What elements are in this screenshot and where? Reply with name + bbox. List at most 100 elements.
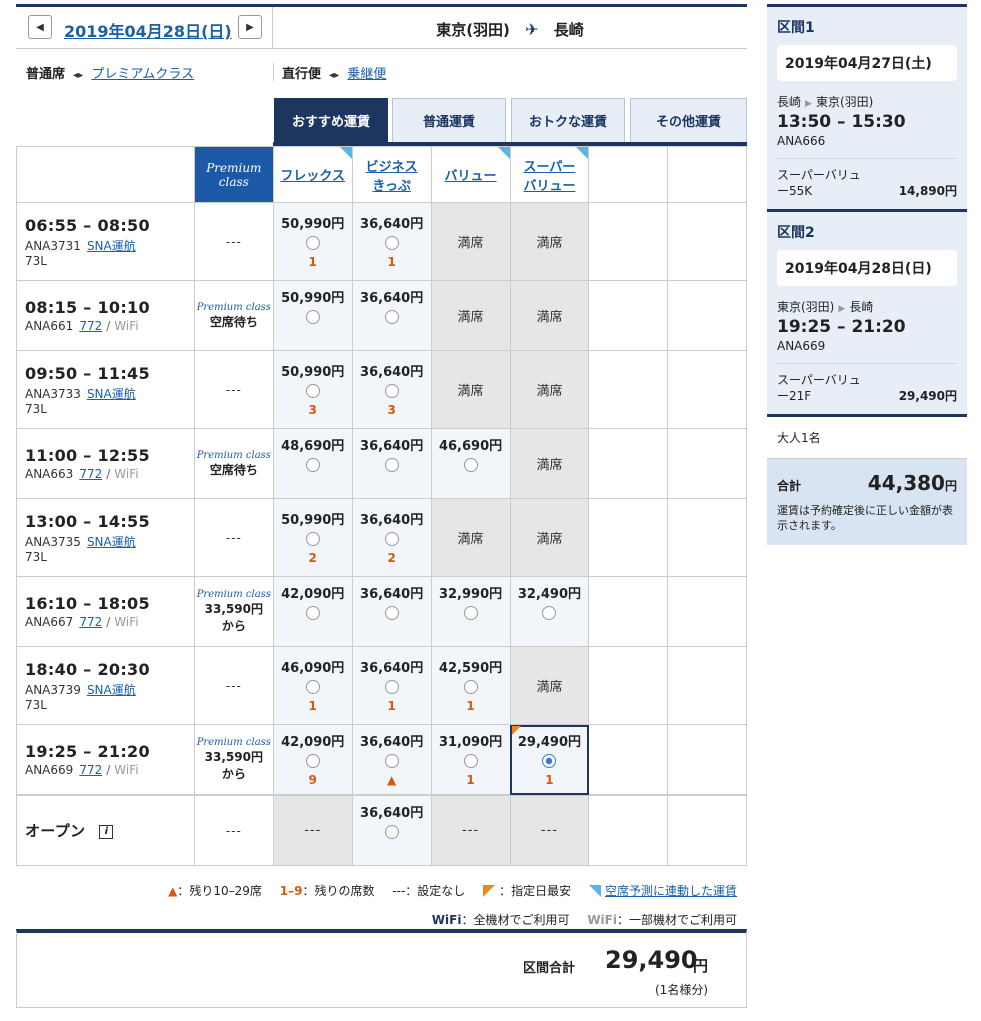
premium-class-link[interactable]: プレミアムクラス <box>91 67 194 82</box>
fare-radio[interactable] <box>305 754 320 768</box>
super-value-link[interactable]: スーパー バリュー <box>523 160 575 194</box>
aircraft-link[interactable]: 772 <box>79 467 102 481</box>
premium-cell: --- <box>193 498 274 577</box>
segment-1-route: 長崎 ▶ 東京(羽田) <box>777 95 874 109</box>
fare-cell-biz[interactable]: 36,640円 <box>351 576 432 647</box>
aircraft-link[interactable]: 772 <box>79 319 102 333</box>
aircraft-link[interactable]: 772 <box>79 615 102 629</box>
fare-radio[interactable] <box>305 458 320 472</box>
fare-cell-flex[interactable]: 42,090円 <box>272 576 353 647</box>
segment-total-label: 区間合計 <box>523 961 576 976</box>
fare-radio[interactable] <box>305 532 320 546</box>
fare-radio[interactable] <box>305 384 320 398</box>
empty-cell <box>667 646 747 725</box>
tab-other[interactable]: その他運賃 <box>630 98 747 142</box>
seats-remaining: 3 <box>387 403 396 417</box>
aircraft-link[interactable]: SNA運航 <box>87 387 136 401</box>
fare-radio[interactable] <box>384 458 399 472</box>
connecting-flight-link[interactable]: 乗継便 <box>347 67 386 82</box>
segment-total-yen: 円 <box>693 957 709 975</box>
linked-fare-link[interactable]: 空席予測に連動した運賃 <box>605 884 737 898</box>
fare-radio[interactable] <box>384 606 399 620</box>
fare-cell-flex[interactable]: 50,990円 2 <box>272 498 353 577</box>
fare-radio[interactable] <box>384 310 399 324</box>
fare-cell-value[interactable]: 32,990円 <box>430 576 511 647</box>
premium-status: 空席待ち <box>209 314 258 329</box>
flex-link[interactable]: フレックス <box>280 169 345 184</box>
aircraft-link[interactable]: SNA運航 <box>87 535 136 549</box>
fare-radio[interactable] <box>542 754 557 768</box>
fare-cell-super[interactable]: 32,490円 <box>509 576 590 647</box>
tab-discount[interactable]: おトクな運賃 <box>511 98 625 142</box>
fare-cell-flex[interactable]: 50,990円 1 <box>272 202 353 281</box>
fare-cell-biz[interactable]: 36,640円 2 <box>351 498 432 577</box>
fare-cell-value[interactable]: 42,590円 1 <box>430 646 511 725</box>
info-icon[interactable]: i <box>99 825 114 839</box>
route-title: 東京(羽田) ✈ 長崎 <box>273 19 747 40</box>
fare-cell-super[interactable]: 29,490円 1 <box>509 724 590 796</box>
fare-radio[interactable] <box>384 825 399 839</box>
empty-cell <box>588 350 669 429</box>
fare-cell-flex: --- <box>272 794 353 866</box>
fare-radio[interactable] <box>384 384 399 398</box>
fare-cell-biz[interactable]: 36,640円 1 <box>351 202 432 281</box>
flight-row: 11:00 – 12:55 ANA663 772 /WiFi Premium class… <box>16 428 747 499</box>
date-link[interactable]: 2019年04月28日(日) <box>64 18 232 42</box>
fare-cell-flex[interactable]: 50,990円 3 <box>272 350 353 429</box>
fare-cell-biz[interactable]: 36,640円 3 <box>351 350 432 429</box>
seats-remaining <box>353 477 431 492</box>
fare-cell-biz[interactable]: 36,640円 <box>351 428 432 499</box>
fare-cell-biz[interactable]: 36,640円 1 <box>351 646 432 725</box>
fare-cell-super: --- <box>509 794 590 866</box>
not-available-label: --- <box>540 823 558 838</box>
seats-remaining <box>274 329 352 344</box>
chevron-left-icon: ◀ <box>36 21 44 33</box>
fare-radio[interactable] <box>463 458 478 472</box>
fare-cell-flex[interactable]: 50,990円 <box>272 280 353 351</box>
separator: / <box>106 615 111 629</box>
aircraft-link[interactable]: SNA運航 <box>87 683 136 697</box>
fare-cell-biz[interactable]: 36,640円 ▲ <box>351 724 432 796</box>
fare-radio[interactable] <box>463 680 478 694</box>
wifi-icon: WiFi <box>431 913 462 927</box>
fare-radio[interactable] <box>384 532 399 546</box>
empty-cell <box>588 428 669 499</box>
fare-radio[interactable] <box>305 236 320 250</box>
fare-radio[interactable] <box>305 606 320 620</box>
aircraft-link[interactable]: 772 <box>79 763 102 777</box>
fare-radio[interactable] <box>305 680 320 694</box>
aircraft-link[interactable]: SNA運航 <box>87 239 136 253</box>
triangle-icon: ▲ <box>168 884 178 898</box>
fare-radio[interactable] <box>463 606 478 620</box>
seats-remaining: 1 <box>545 773 554 787</box>
prev-date-button[interactable]: ◀ <box>28 15 52 39</box>
fare-radio[interactable] <box>305 310 320 324</box>
tab-normal[interactable]: 普通運賃 <box>392 98 506 142</box>
fare-cell-value[interactable]: 31,090円 1 <box>430 724 511 796</box>
fare-radio[interactable] <box>384 680 399 694</box>
next-date-button[interactable]: ▶ <box>238 15 262 39</box>
fare-cell-value[interactable]: 46,690円 <box>430 428 511 499</box>
value-link[interactable]: バリュー <box>445 169 497 184</box>
legend: ▲：残り10–29席 1–9：残りの席数 ---：設定なし ：指定日最安 空席予… <box>168 884 737 898</box>
premium-cell: Premium class 空席待ち <box>193 428 274 499</box>
fare-cell-flex[interactable]: 46,090円 1 <box>272 646 353 725</box>
fare-radio[interactable] <box>463 754 478 768</box>
empty-cell <box>667 576 747 647</box>
fare-radio[interactable] <box>384 236 399 250</box>
fare-radio[interactable] <box>384 754 399 768</box>
fare-price: 36,640円 <box>360 365 424 380</box>
business-link[interactable]: ビジネス きっぷ <box>366 160 418 194</box>
fare-cell-flex[interactable]: 42,090円 9 <box>272 724 353 796</box>
empty-cell <box>588 498 669 577</box>
fare-cell-flex[interactable]: 48,690円 <box>272 428 353 499</box>
tab-recommended[interactable]: おすすめ運賃 <box>274 98 388 142</box>
fare-cell-biz[interactable]: 36,640円 <box>351 794 432 866</box>
flight-number: ANA663 <box>25 467 74 481</box>
flight-time: 16:10 – 18:05 <box>25 594 150 613</box>
segment-2-title: 区間2 <box>777 225 815 241</box>
seats-remaining: 2 <box>387 551 396 565</box>
fare-radio[interactable] <box>542 606 557 620</box>
fare-cell-biz[interactable]: 36,640円 <box>351 280 432 351</box>
segment-1-fare: スーパーバリュー55K 14,890円 <box>777 168 957 198</box>
